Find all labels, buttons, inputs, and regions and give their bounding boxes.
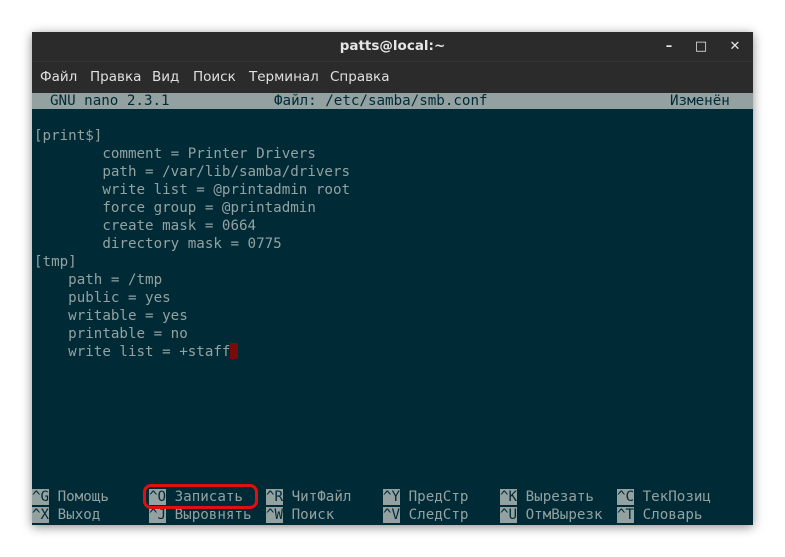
terminal-window: patts@local:~ – □ ✕ Файл Правка Вид Поис…: [32, 32, 753, 525]
menu-bar: Файл Правка Вид Поиск Терминал Справка: [32, 61, 753, 94]
shortcut-key: ^K: [500, 489, 518, 505]
shortcut-label: Поиск: [291, 507, 335, 523]
nano-filename: Файл: /etc/samba/smb.conf: [274, 93, 488, 109]
content-line: printable = no: [34, 326, 188, 342]
shortcut-help[interactable]: ^G Помощь: [32, 488, 109, 506]
content-line: writable = yes: [34, 308, 188, 324]
shortcut-key: ^V: [383, 507, 401, 523]
close-icon[interactable]: ✕: [723, 32, 747, 61]
shortcut-key: ^J: [149, 507, 167, 523]
shortcut-key: ^R: [266, 489, 284, 505]
content-line: write list = @printadmin root: [34, 182, 351, 198]
shortcut-label: ПредСтр: [408, 489, 469, 505]
menu-view[interactable]: Вид: [152, 62, 179, 93]
shortcut-cut[interactable]: ^K Вырезать: [500, 488, 594, 506]
shortcut-prev-page[interactable]: ^Y ПредСтр: [383, 488, 468, 506]
shortcut-key: ^T: [617, 507, 635, 523]
shortcut-read-file[interactable]: ^R ЧитФайл: [266, 488, 351, 506]
text-cursor: [230, 343, 239, 359]
content-line: public = yes: [34, 290, 171, 306]
shortcut-cur-pos[interactable]: ^C ТекПозиц: [617, 488, 711, 506]
shortcut-spell[interactable]: ^T Словарь: [617, 506, 702, 524]
content-line: force group = @printadmin: [34, 200, 316, 216]
content-line: comment = Printer Drivers: [34, 146, 316, 162]
shortcut-label: Вырезать: [525, 489, 594, 505]
nano-modified-status: Изменён: [670, 93, 730, 109]
shortcut-key: ^X: [32, 507, 50, 523]
shortcut-key: ^O: [149, 489, 167, 505]
minimize-icon[interactable]: –: [657, 32, 681, 61]
window-title: patts@local:~: [339, 38, 446, 54]
nano-header-bar: GNU nano 2.3.1 Файл: /etc/samba/smb.conf…: [32, 93, 753, 109]
shortcut-label: Помощь: [57, 489, 109, 505]
content-line-text: write list = +staff: [34, 344, 231, 360]
shortcut-exit[interactable]: ^X Выход: [32, 506, 100, 524]
shortcut-key: ^U: [500, 507, 518, 523]
title-bar[interactable]: patts@local:~ – □ ✕: [32, 32, 753, 61]
shortcut-label: Словарь: [642, 507, 703, 523]
menu-terminal[interactable]: Терминал: [249, 62, 319, 93]
content-line: directory mask = 0775: [34, 236, 282, 252]
menu-search[interactable]: Поиск: [193, 62, 236, 93]
shortcut-write-out[interactable]: ^O Записать: [149, 488, 243, 506]
content-line: path = /var/lib/samba/drivers: [34, 164, 351, 180]
shortcut-uncut[interactable]: ^U ОтмВырезк: [500, 506, 603, 524]
shortcut-justify[interactable]: ^J Выровнять: [149, 506, 252, 524]
shortcut-label: Выровнять: [174, 507, 252, 523]
shortcut-key: ^Y: [383, 489, 401, 505]
shortcut-key: ^W: [266, 507, 284, 523]
shortcut-label: ЧитФайл: [291, 489, 352, 505]
nano-version: GNU nano 2.3.1: [50, 93, 170, 109]
terminal-area[interactable]: GNU nano 2.3.1 Файл: /etc/samba/smb.conf…: [32, 93, 753, 525]
content-line: [tmp]: [34, 254, 77, 270]
menu-help[interactable]: Справка: [330, 62, 389, 93]
content-line-cursor: write list = +staff: [34, 343, 239, 361]
shortcut-key: ^C: [617, 489, 635, 505]
content-line: [print$]: [34, 128, 103, 144]
shortcut-label: СледСтр: [408, 507, 469, 523]
shortcut-label: Выход: [57, 507, 101, 523]
shortcut-label: ТекПозиц: [642, 489, 711, 505]
shortcut-next-page[interactable]: ^V СледСтр: [383, 506, 468, 524]
shortcut-key: ^G: [32, 489, 50, 505]
shortcut-label: Записать: [174, 489, 243, 505]
menu-edit[interactable]: Правка: [90, 62, 141, 93]
maximize-icon[interactable]: □: [689, 32, 713, 61]
shortcut-label: ОтмВырезк: [525, 507, 603, 523]
shortcut-where-is[interactable]: ^W Поиск: [266, 506, 334, 524]
content-line: create mask = 0664: [34, 218, 257, 234]
content-line: path = /tmp: [34, 272, 163, 288]
menu-file[interactable]: Файл: [40, 62, 77, 93]
